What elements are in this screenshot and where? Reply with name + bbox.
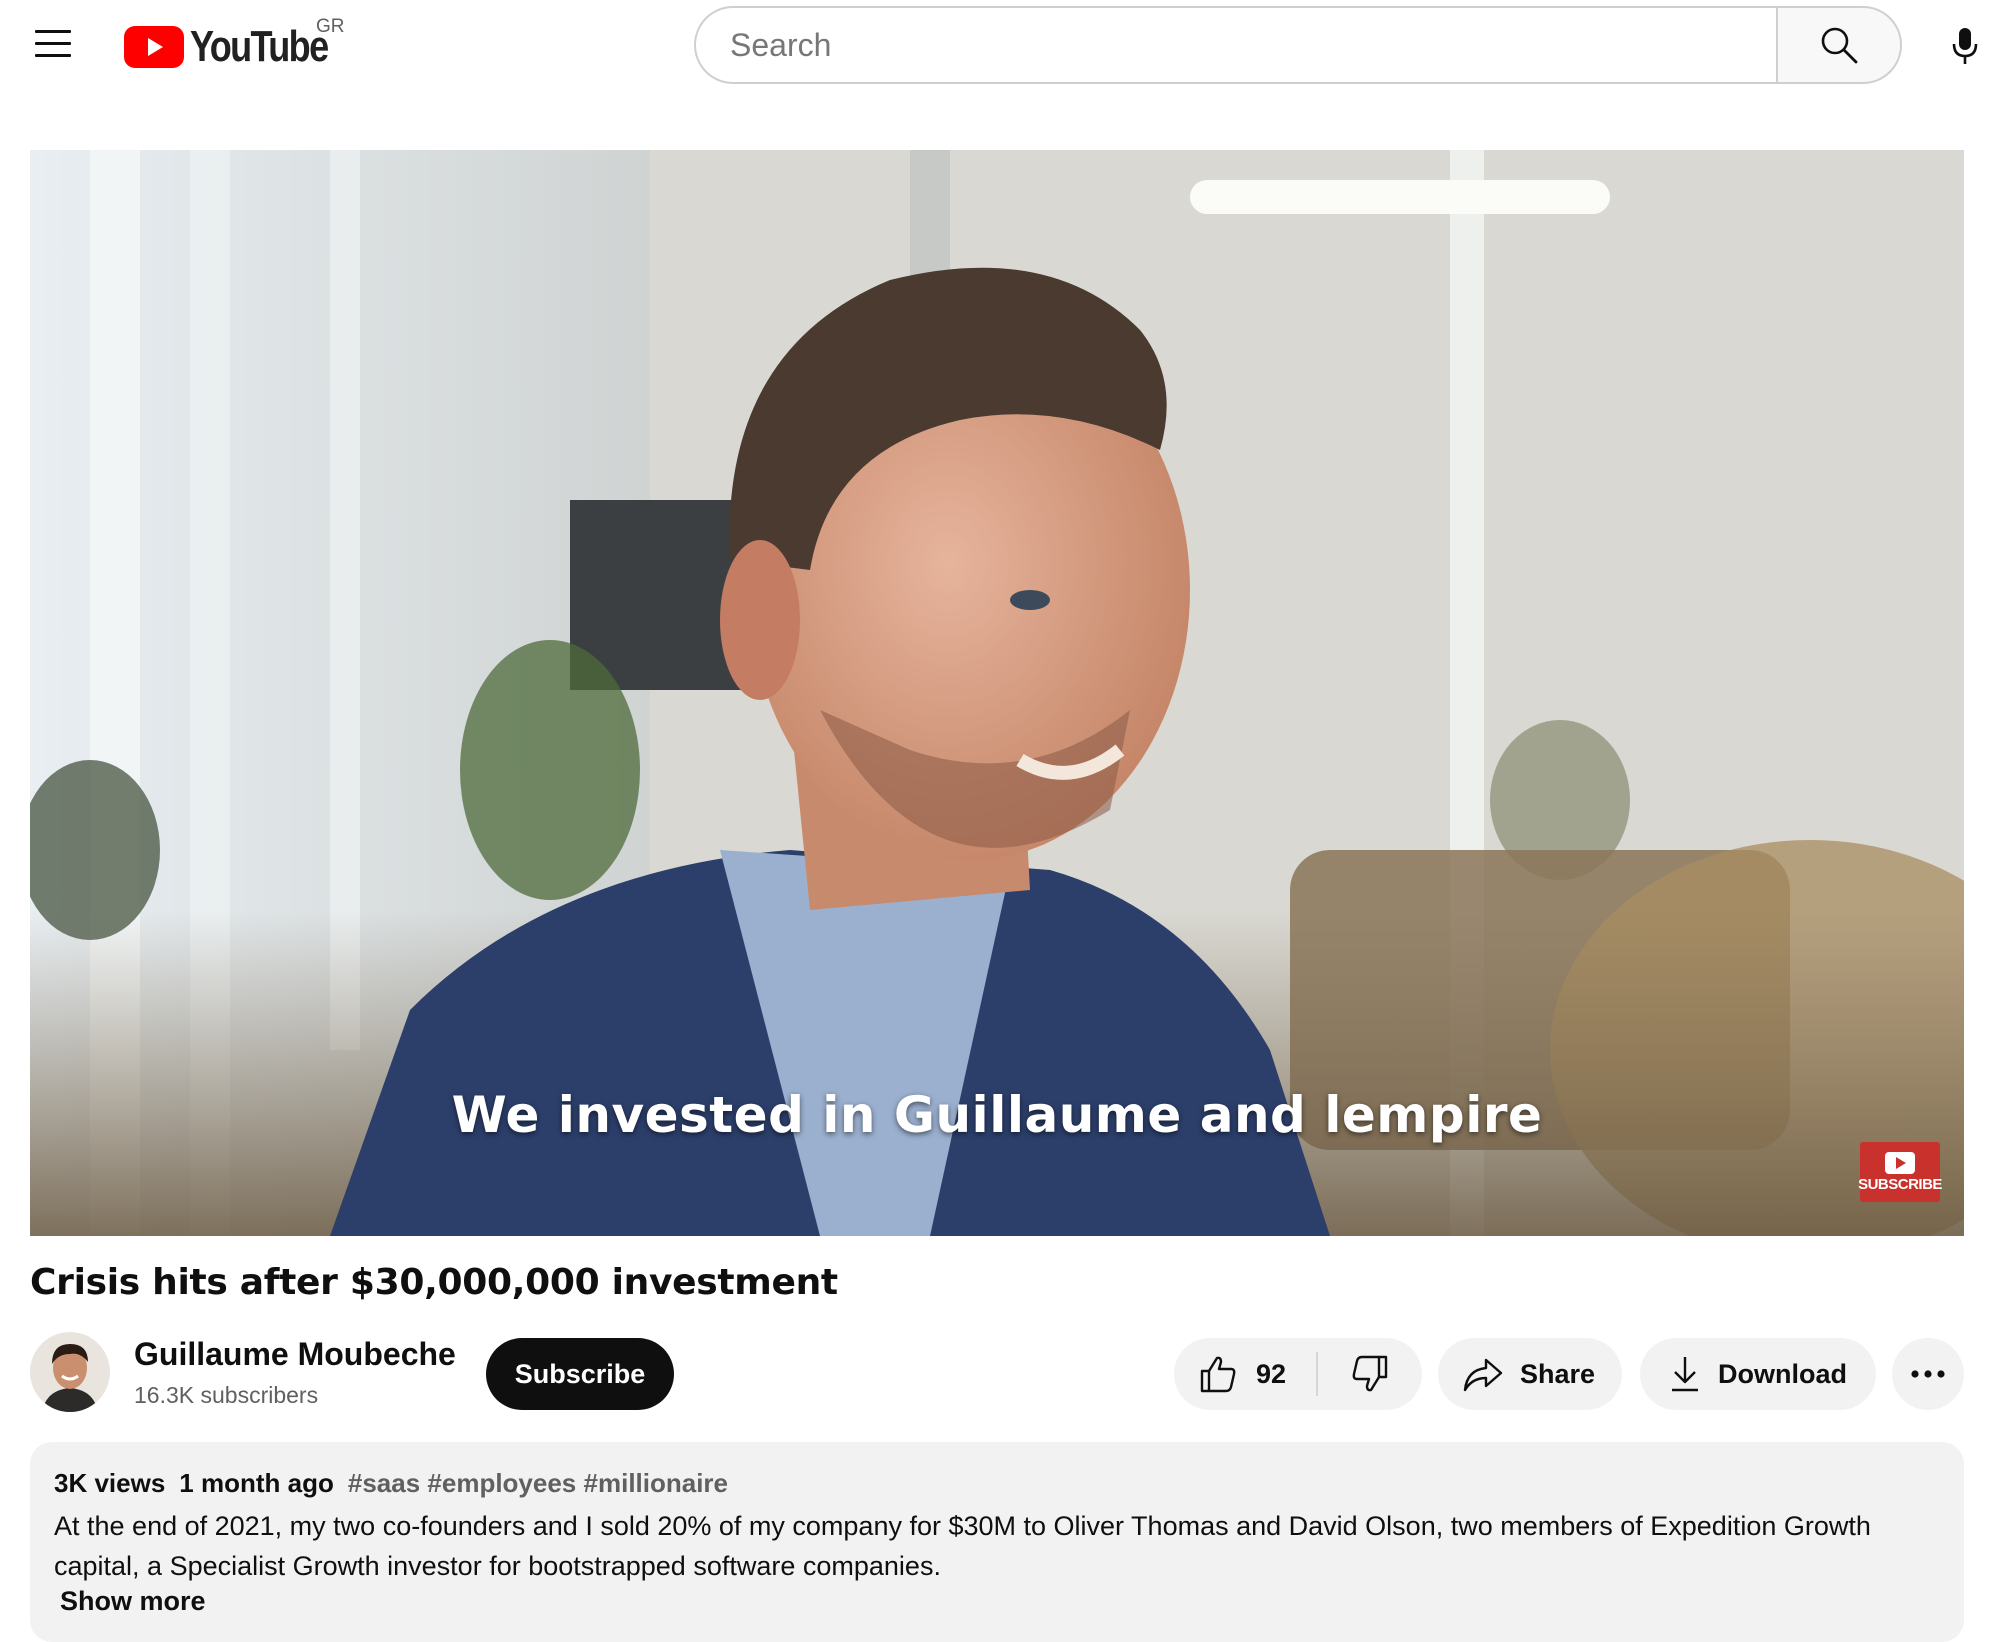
video-caption: We invested in Guillaume and lempire bbox=[451, 1086, 1543, 1144]
hashtag-link[interactable]: #employees bbox=[427, 1468, 576, 1498]
search-input[interactable] bbox=[728, 25, 1732, 65]
download-icon bbox=[1672, 1357, 1698, 1392]
like-button[interactable]: 92 bbox=[1174, 1338, 1316, 1410]
subscriber-count: 16.3K subscribers bbox=[134, 1382, 319, 1408]
description-meta: 3K views 1 month ago #saas #employees #mil… bbox=[54, 1468, 728, 1499]
video-title: Crisis hits after $30,000,000 investment bbox=[30, 1262, 838, 1303]
masthead: YouTube GR bbox=[0, 0, 1992, 92]
video-player[interactable]: We invested in Guillaume and lempire SUB… bbox=[30, 150, 1964, 1236]
play-icon bbox=[1885, 1151, 1915, 1174]
share-button[interactable]: Share bbox=[1438, 1338, 1622, 1410]
thumbs-down-icon bbox=[1352, 1355, 1388, 1392]
subscribe-watermark[interactable]: SUBSCRIBE bbox=[1858, 1142, 1942, 1202]
channel-avatar-image bbox=[30, 1332, 110, 1412]
dislike-button[interactable] bbox=[1318, 1338, 1422, 1410]
description-text: At the end of 2021, my two co-founders a… bbox=[54, 1511, 1871, 1581]
voice-search-button[interactable] bbox=[1940, 18, 1990, 74]
download-label: Download bbox=[1718, 1358, 1847, 1389]
description-panel[interactable]: 3K views 1 month ago #saas #employees #mil… bbox=[30, 1442, 1964, 1642]
like-dislike-group: 92 bbox=[1174, 1338, 1422, 1410]
thumbs-up-icon bbox=[1200, 1356, 1236, 1393]
youtube-wordmark: YouTube bbox=[190, 22, 329, 71]
avatar[interactable] bbox=[30, 1332, 110, 1412]
channel-name[interactable]: Guillaume Moubeche bbox=[134, 1336, 456, 1373]
search-box bbox=[694, 6, 1776, 84]
download-button[interactable]: Download bbox=[1640, 1338, 1876, 1410]
youtube-logo-icon bbox=[124, 26, 184, 68]
share-icon bbox=[1463, 1358, 1503, 1392]
hashtag-link[interactable]: #saas bbox=[348, 1468, 420, 1498]
search-button[interactable] bbox=[1776, 6, 1902, 84]
search-icon bbox=[1821, 27, 1858, 64]
microphone-icon bbox=[1952, 28, 1978, 64]
like-count: 92 bbox=[1256, 1358, 1287, 1389]
subscribe-button[interactable]: Subscribe bbox=[486, 1338, 674, 1410]
upload-date: 1 month ago bbox=[179, 1468, 334, 1498]
show-more-button[interactable]: Show more bbox=[60, 1586, 206, 1617]
share-label: Share bbox=[1520, 1358, 1596, 1389]
view-count: 3K views bbox=[54, 1468, 166, 1498]
hashtag-link[interactable]: #millionaire bbox=[584, 1468, 729, 1498]
watermark-label: SUBSCRIBE bbox=[1858, 1175, 1942, 1193]
video-frame bbox=[30, 150, 1964, 1236]
menu-icon[interactable] bbox=[32, 26, 74, 62]
more-actions-button[interactable] bbox=[1892, 1338, 1964, 1410]
more-icon bbox=[1911, 1370, 1945, 1378]
country-code: GR bbox=[316, 16, 345, 37]
